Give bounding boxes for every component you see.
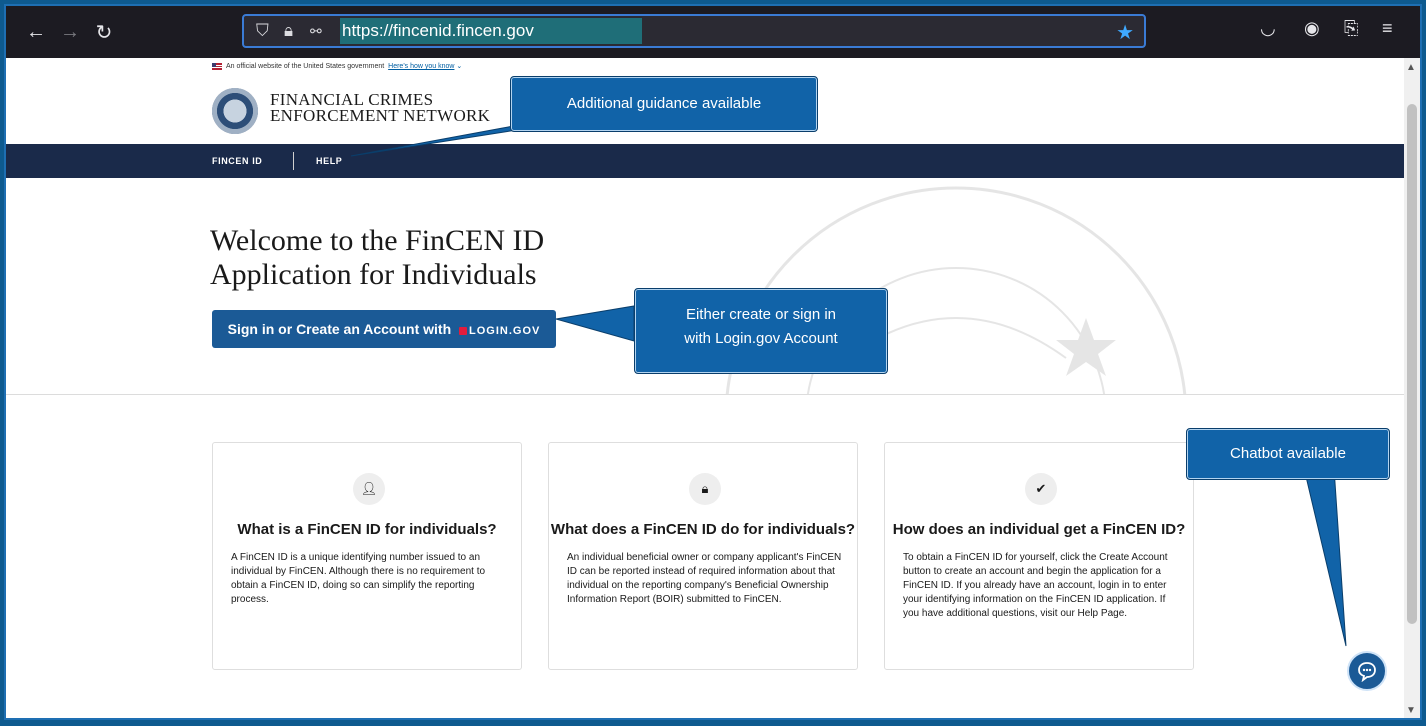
page-title-line1: Welcome to the FinCEN ID: [210, 224, 545, 257]
org-name[interactable]: FINANCIAL CRIMES ENFORCEMENT NETWORK: [270, 91, 491, 125]
forward-icon[interactable]: →: [56, 18, 84, 46]
check-badge-icon: ✔: [1025, 473, 1057, 505]
pocket-icon[interactable]: ◡: [1260, 18, 1276, 39]
url-bar[interactable]: ⛉ 🔒︎ ⚯ https://fincenid.fincen.gov ★: [242, 14, 1146, 48]
account-icon[interactable]: ◉: [1304, 18, 1320, 39]
menu-icon[interactable]: ≡: [1382, 18, 1393, 39]
callout-guidance: Additional guidance available: [510, 76, 818, 132]
scroll-down-icon[interactable]: ▼: [1406, 705, 1416, 716]
browser-window: ← → ↻ ⛉ 🔒︎ ⚯ https://fincenid.fincen.gov…: [4, 4, 1422, 720]
fincen-seal-logo[interactable]: [212, 88, 258, 134]
gov-banner-text: An official website of the United States…: [226, 63, 385, 70]
card-body: To obtain a FinCEN ID for yourself, clic…: [903, 552, 1168, 619]
card-title: What is a FinCEN ID for individuals?: [237, 521, 497, 538]
info-card: 🔒︎ What does a FinCEN ID do for individu…: [548, 442, 858, 670]
callout-login: Either create or sign in with Login.gov …: [634, 288, 888, 374]
signin-button-label: Sign in or Create an Account with: [227, 321, 452, 337]
chevron-down-icon[interactable]: ⌄: [454, 63, 462, 70]
info-card: 👤︎ What is a FinCEN ID for individuals? …: [212, 442, 522, 670]
callout-login-line1: Either create or sign in: [685, 306, 837, 323]
extensions-icon[interactable]: ⎘: [1344, 18, 1358, 39]
org-name-line2: ENFORCEMENT NETWORK: [270, 106, 491, 125]
lock-icon[interactable]: 🔒︎: [284, 21, 293, 41]
page-title: Welcome to the FinCEN ID Application for…: [210, 224, 650, 292]
info-card: ✔ How does an individual get a FinCEN ID…: [884, 442, 1194, 670]
nav-item-fincen-id[interactable]: FINCEN ID: [212, 156, 262, 166]
us-flag-icon: [212, 62, 222, 70]
browser-toolbar: ← → ↻ ⛉ 🔒︎ ⚯ https://fincenid.fincen.gov…: [6, 6, 1420, 58]
card-title: How does an individual get a FinCEN ID?: [892, 521, 1186, 538]
scroll-up-icon[interactable]: ▲: [1406, 62, 1416, 73]
reload-icon[interactable]: ↻: [90, 18, 118, 46]
main-nav: FINCEN ID HELP: [6, 144, 1404, 178]
card-title: What does a FinCEN ID do for individuals…: [550, 521, 856, 538]
chat-bubble-icon: [1358, 662, 1376, 682]
back-icon[interactable]: ←: [22, 18, 50, 46]
login-gov-text: LOGIN.GOV: [469, 325, 541, 337]
chatbot-button[interactable]: [1347, 651, 1387, 691]
page-scrollbar[interactable]: ▲ ▼: [1404, 58, 1420, 718]
callout-login-line2: with Login.gov Account: [684, 330, 838, 347]
scroll-thumb[interactable]: [1407, 104, 1417, 624]
gov-banner: An official website of the United States…: [212, 62, 462, 70]
nav-divider: [293, 152, 294, 170]
url-text[interactable]: https://fincenid.fincen.gov: [340, 18, 642, 44]
callout-chatbot: Chatbot available: [1186, 428, 1390, 480]
signin-create-account-button[interactable]: Sign in or Create an Account with LOGIN.…: [212, 310, 556, 348]
permissions-icon[interactable]: ⚯: [310, 23, 322, 40]
card-body: A FinCEN ID is a unique identifying numb…: [231, 552, 486, 605]
page-title-line2: Application for Individuals: [210, 258, 537, 291]
bookmark-star-icon[interactable]: ★: [1116, 20, 1134, 45]
shield-icon[interactable]: ⛉: [256, 21, 269, 41]
login-gov-logo: LOGIN.GOV: [459, 325, 540, 337]
how-you-know-link[interactable]: Here's how you know: [388, 63, 454, 70]
nav-item-help[interactable]: HELP: [316, 156, 342, 166]
user-icon: 👤︎: [353, 473, 385, 505]
card-body: An individual beneficial owner or compan…: [567, 552, 842, 605]
lock-icon: 🔒︎: [689, 473, 721, 505]
web-page: An official website of the United States…: [6, 58, 1404, 718]
login-gov-icon: [459, 327, 468, 336]
